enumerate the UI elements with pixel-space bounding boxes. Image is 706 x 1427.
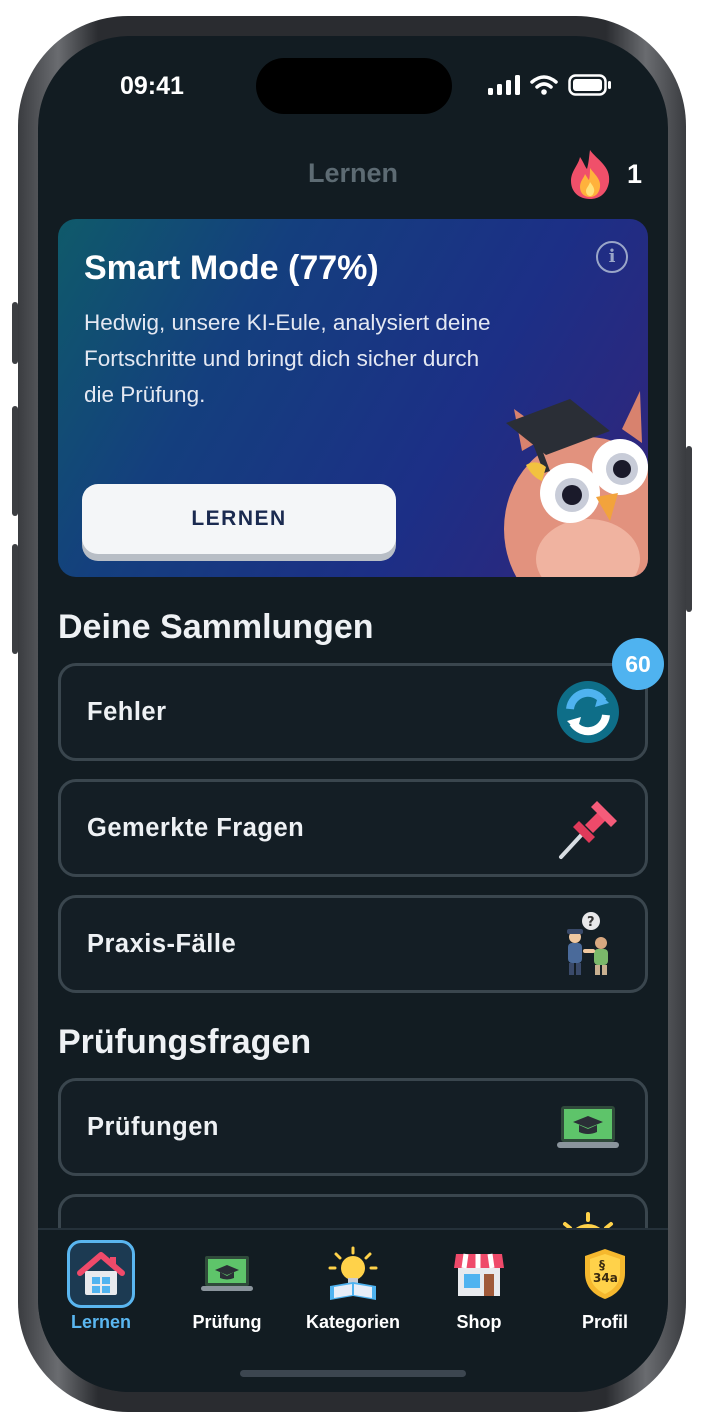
silent-switch (12, 302, 18, 364)
bottom-tab-bar: Lernen Prüfung Kategorien Shop § 34a Pro… (38, 1228, 668, 1392)
streak-indicator[interactable]: 1 (567, 148, 642, 200)
svg-text:34a: 34a (593, 1271, 618, 1285)
shield-34a-icon: § 34a (571, 1240, 639, 1308)
status-icons (488, 74, 612, 96)
exam-label: Prüfungen (87, 1113, 219, 1141)
tab-label: Profil (581, 1312, 628, 1332)
learn-button[interactable]: LERNEN (82, 484, 396, 554)
tab-label: Shop (456, 1312, 502, 1332)
collection-label: Fehler (87, 698, 167, 726)
app-screen: 09:41 Lernen 1 Smart Mode (77%) i Hedwig… (38, 36, 668, 1392)
wifi-icon (530, 75, 558, 95)
shop-icon (445, 1240, 513, 1308)
tab-label: Lernen (70, 1312, 131, 1332)
power-button (686, 446, 692, 612)
tab-kategorien[interactable]: Kategorien (290, 1240, 416, 1333)
collections-title: Deine Sammlungen (58, 608, 374, 646)
collection-item-fehler[interactable]: Fehler (58, 663, 648, 761)
home-icon (67, 1240, 135, 1308)
smart-mode-card: Smart Mode (77%) i Hedwig, unsere KI-Eul… (58, 219, 648, 577)
collection-label: Praxis-Fälle (87, 930, 237, 958)
exam-item-pruefungen[interactable]: Prüfungen (58, 1078, 648, 1176)
smart-mode-description: Hedwig, unsere KI-Eule, analysiert deine… (84, 310, 491, 407)
svg-text:§: § (599, 1258, 605, 1272)
tab-label: Prüfung (192, 1312, 262, 1332)
collection-label: Gemerkte Fragen (87, 814, 305, 842)
streak-count: 1 (626, 158, 642, 189)
fehler-count-badge: 60 (612, 638, 664, 690)
status-time: 09:41 (120, 72, 184, 100)
collection-item-gemerkte-fragen[interactable]: Gemerkte Fragen (58, 779, 648, 877)
exam-questions-title: Prüfungsfragen (58, 1023, 312, 1061)
laptop-graduation-icon (193, 1240, 261, 1308)
tab-pruefung[interactable]: Prüfung (164, 1240, 290, 1333)
volume-down-button (12, 544, 18, 654)
laptop-graduation-icon (557, 1106, 619, 1148)
collection-item-praxis-faelle[interactable]: Praxis-Fälle ? (58, 895, 648, 993)
people-conversation-icon: ? (567, 912, 608, 975)
signal-icon (488, 75, 520, 95)
flame-icon (570, 150, 610, 199)
home-indicator[interactable] (240, 1370, 466, 1377)
tab-shop[interactable]: Shop (416, 1240, 542, 1333)
refresh-icon (557, 681, 619, 743)
tab-lernen[interactable]: Lernen (38, 1240, 164, 1333)
battery-icon (568, 74, 611, 96)
volume-up-button (12, 406, 18, 516)
owl-mascot-icon (504, 391, 648, 577)
smart-mode-title: Smart Mode (77%) (84, 249, 379, 287)
tab-label: Kategorien (305, 1312, 401, 1332)
pushpin-icon (559, 801, 617, 859)
info-icon[interactable]: i (596, 241, 628, 273)
lightbulb-book-icon (319, 1240, 387, 1308)
dynamic-island (256, 58, 452, 114)
svg-text:?: ? (587, 915, 595, 930)
tab-profil[interactable]: § 34a Profil (542, 1240, 668, 1333)
